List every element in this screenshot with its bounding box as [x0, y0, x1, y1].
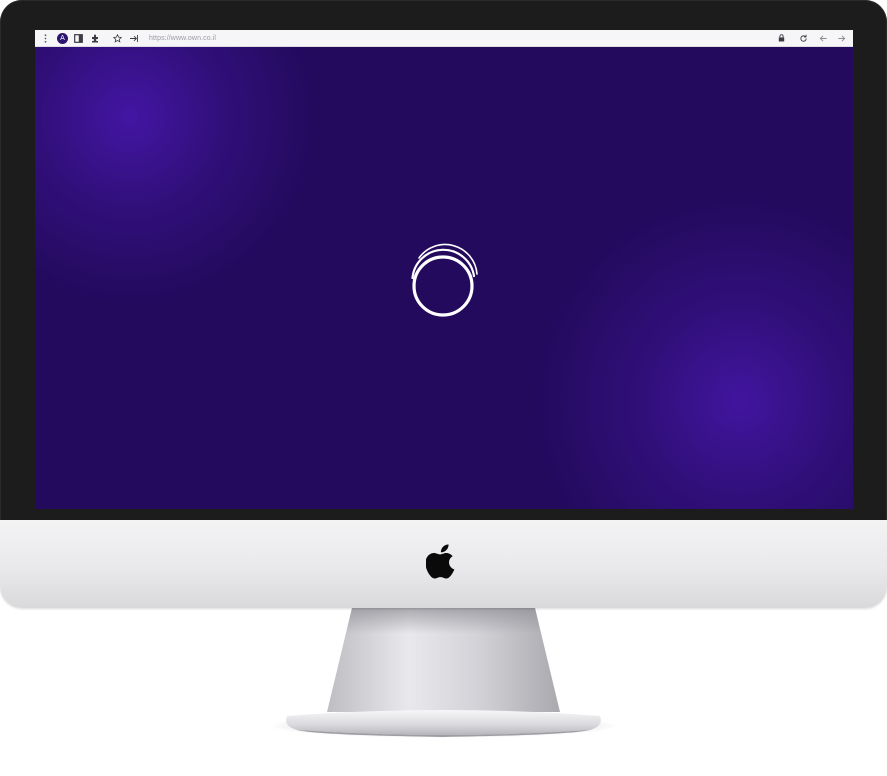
monitor-screen: A https://www.own.co.il [35, 30, 853, 509]
imac-mockup: A https://www.own.co.il [0, 0, 887, 776]
back-icon[interactable] [816, 31, 830, 45]
share-icon[interactable] [127, 31, 141, 45]
profile-avatar[interactable]: A [57, 32, 68, 44]
menu-dots-icon[interactable] [38, 31, 52, 45]
apple-logo-icon [426, 544, 455, 579]
star-icon[interactable] [110, 31, 124, 45]
loading-spinner-icon [411, 243, 478, 317]
browser-toolbar: A https://www.own.co.il [35, 30, 853, 47]
sidebar-icon[interactable] [71, 31, 85, 45]
reload-icon[interactable] [796, 31, 810, 45]
extensions-icon[interactable] [88, 31, 102, 45]
address-bar-url[interactable]: https://www.own.co.il [149, 35, 216, 42]
page-content [35, 47, 853, 509]
monitor-stand [268, 608, 618, 738]
forward-icon[interactable] [834, 31, 848, 45]
lock-icon [774, 31, 788, 45]
